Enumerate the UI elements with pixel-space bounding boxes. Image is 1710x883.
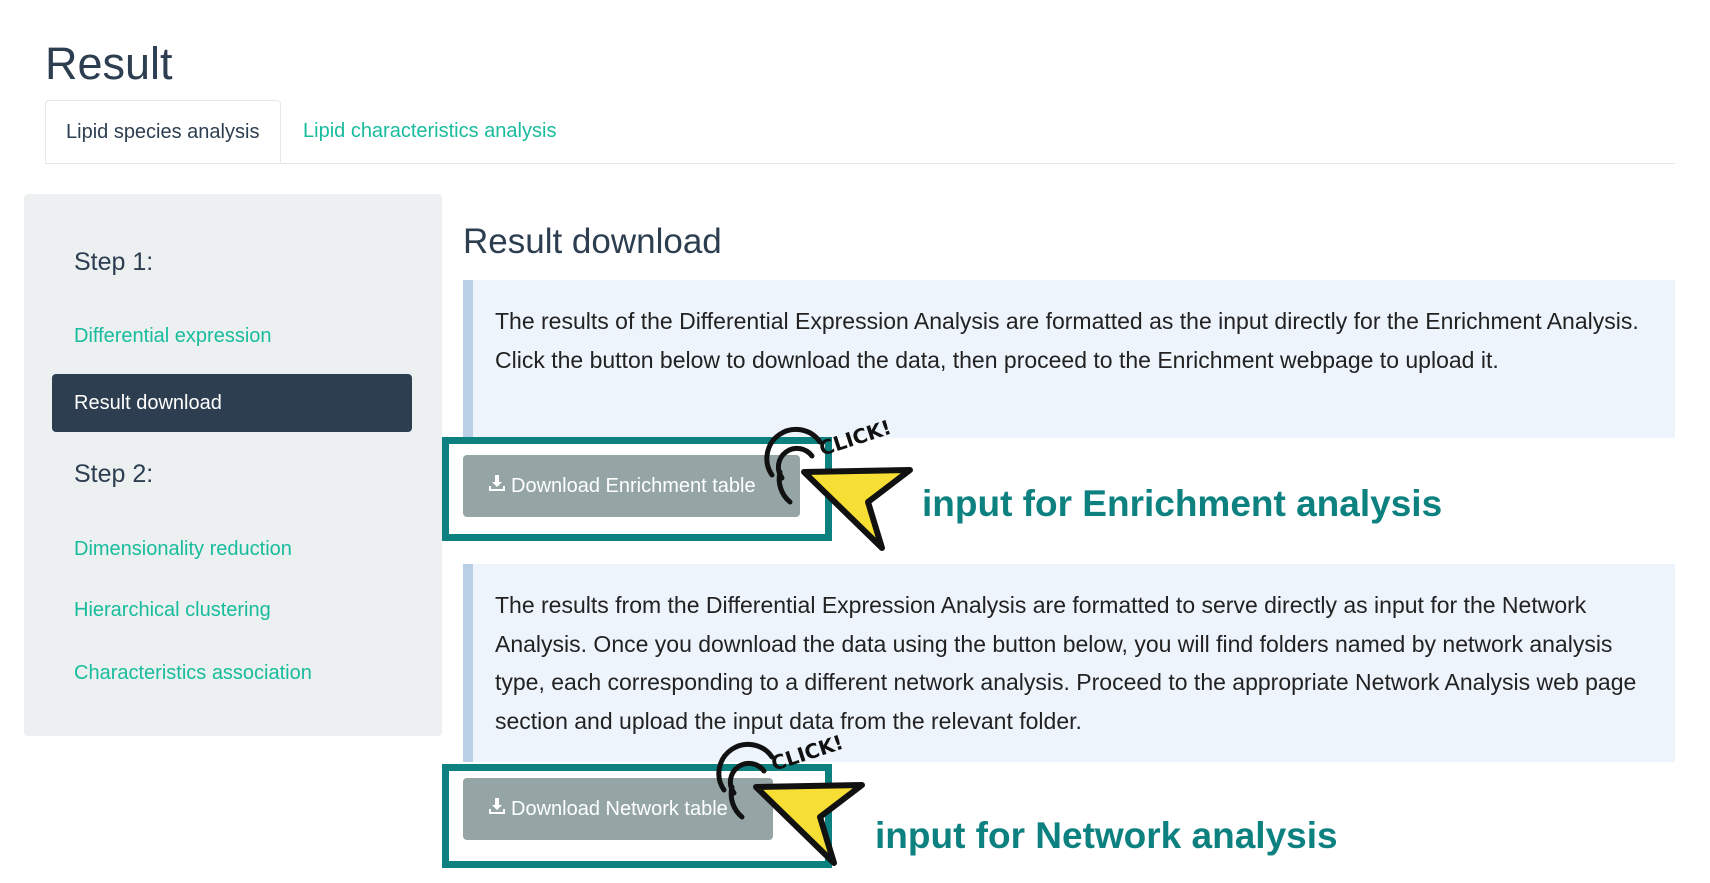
step1-heading: Step 1: bbox=[74, 248, 154, 276]
section-title: Result download bbox=[463, 222, 722, 261]
sidebar-item-result-download[interactable]: Result download bbox=[52, 374, 412, 432]
sidebar-item-differential-expression[interactable]: Differential expression bbox=[74, 325, 272, 348]
click-badge: CLICK! bbox=[768, 735, 846, 776]
enrichment-annotation: input for Enrichment analysis bbox=[922, 483, 1443, 524]
click-cursor-annotation: CLICK! bbox=[764, 420, 913, 551]
sidebar: Step 1: Differential expression Result d… bbox=[24, 194, 442, 736]
sidebar-item-hierarchical-clustering[interactable]: Hierarchical clustering bbox=[74, 599, 271, 622]
tab-lipid-species-analysis[interactable]: Lipid species analysis bbox=[45, 100, 281, 163]
click-cursor-annotation: CLICK! bbox=[716, 735, 865, 866]
tab-bar: Lipid species analysis Lipid characteris… bbox=[45, 100, 1675, 164]
network-info-box: The results from the Differential Expres… bbox=[463, 564, 1675, 762]
enrichment-info-box: The results of the Differential Expressi… bbox=[463, 280, 1675, 438]
sidebar-item-dimensionality-reduction[interactable]: Dimensionality reduction bbox=[74, 538, 292, 561]
tab-lipid-characteristics-analysis[interactable]: Lipid characteristics analysis bbox=[283, 100, 576, 163]
network-annotation: input for Network analysis bbox=[875, 815, 1338, 856]
page-title: Result bbox=[45, 38, 173, 89]
step2-heading: Step 2: bbox=[74, 460, 154, 488]
pointer-cursor-icon bbox=[801, 467, 913, 551]
sidebar-item-characteristics-association[interactable]: Characteristics association bbox=[74, 662, 312, 685]
click-badge: CLICK! bbox=[816, 420, 894, 461]
pointer-cursor-icon bbox=[753, 782, 865, 866]
